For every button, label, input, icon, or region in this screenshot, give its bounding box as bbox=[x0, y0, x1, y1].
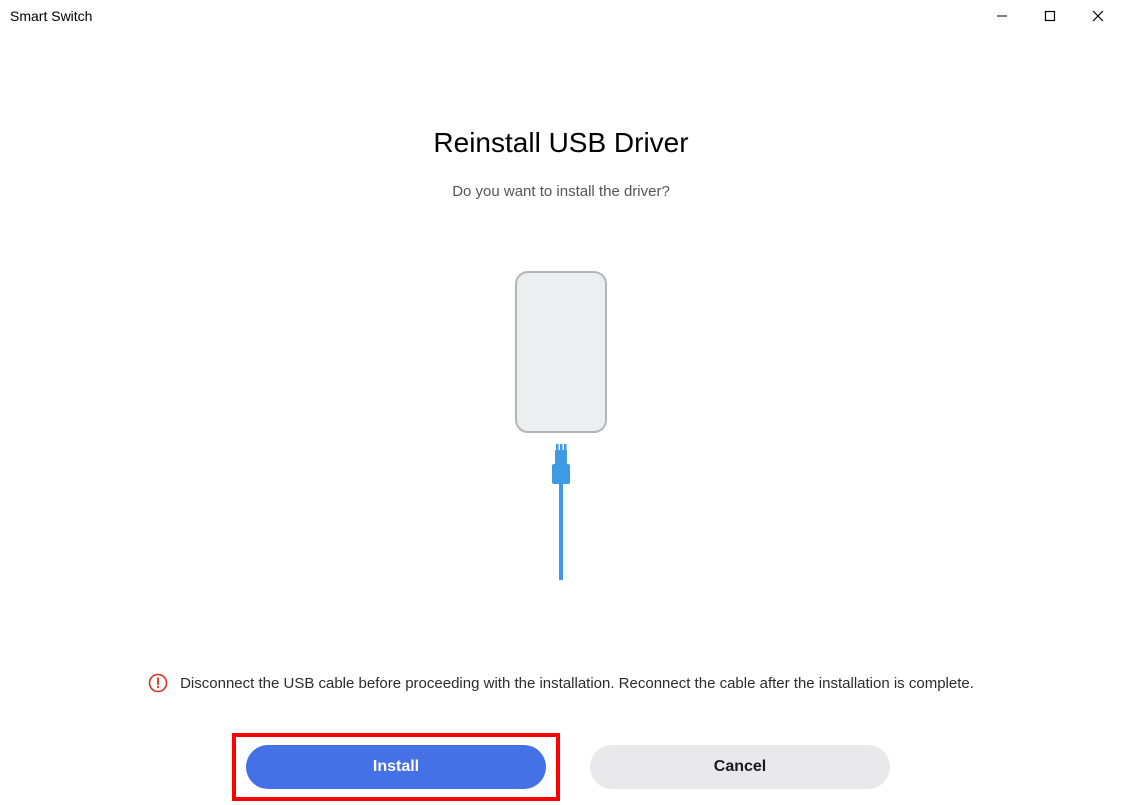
cancel-button[interactable]: Cancel bbox=[590, 745, 890, 789]
window-controls bbox=[978, 0, 1122, 32]
install-highlight: Install bbox=[232, 733, 560, 801]
warning-row: Disconnect the USB cable before proceedi… bbox=[148, 673, 974, 693]
phone-usb-icon bbox=[511, 270, 611, 580]
minimize-icon bbox=[996, 10, 1008, 22]
warning-icon bbox=[148, 673, 168, 693]
titlebar: Smart Switch bbox=[0, 0, 1122, 32]
dialog-subtitle: Do you want to install the driver? bbox=[452, 183, 670, 200]
close-icon bbox=[1092, 10, 1104, 22]
warning-text: Disconnect the USB cable before proceedi… bbox=[180, 675, 974, 692]
maximize-button[interactable] bbox=[1026, 0, 1074, 32]
install-button[interactable]: Install bbox=[246, 745, 546, 789]
button-row: Install Cancel bbox=[232, 733, 890, 801]
maximize-icon bbox=[1044, 10, 1056, 22]
usb-phone-graphic bbox=[511, 270, 611, 585]
main-content: Reinstall USB Driver Do you want to inst… bbox=[0, 32, 1122, 801]
minimize-button[interactable] bbox=[978, 0, 1026, 32]
dialog-heading: Reinstall USB Driver bbox=[433, 127, 688, 159]
window-title: Smart Switch bbox=[10, 8, 92, 24]
close-button[interactable] bbox=[1074, 0, 1122, 32]
